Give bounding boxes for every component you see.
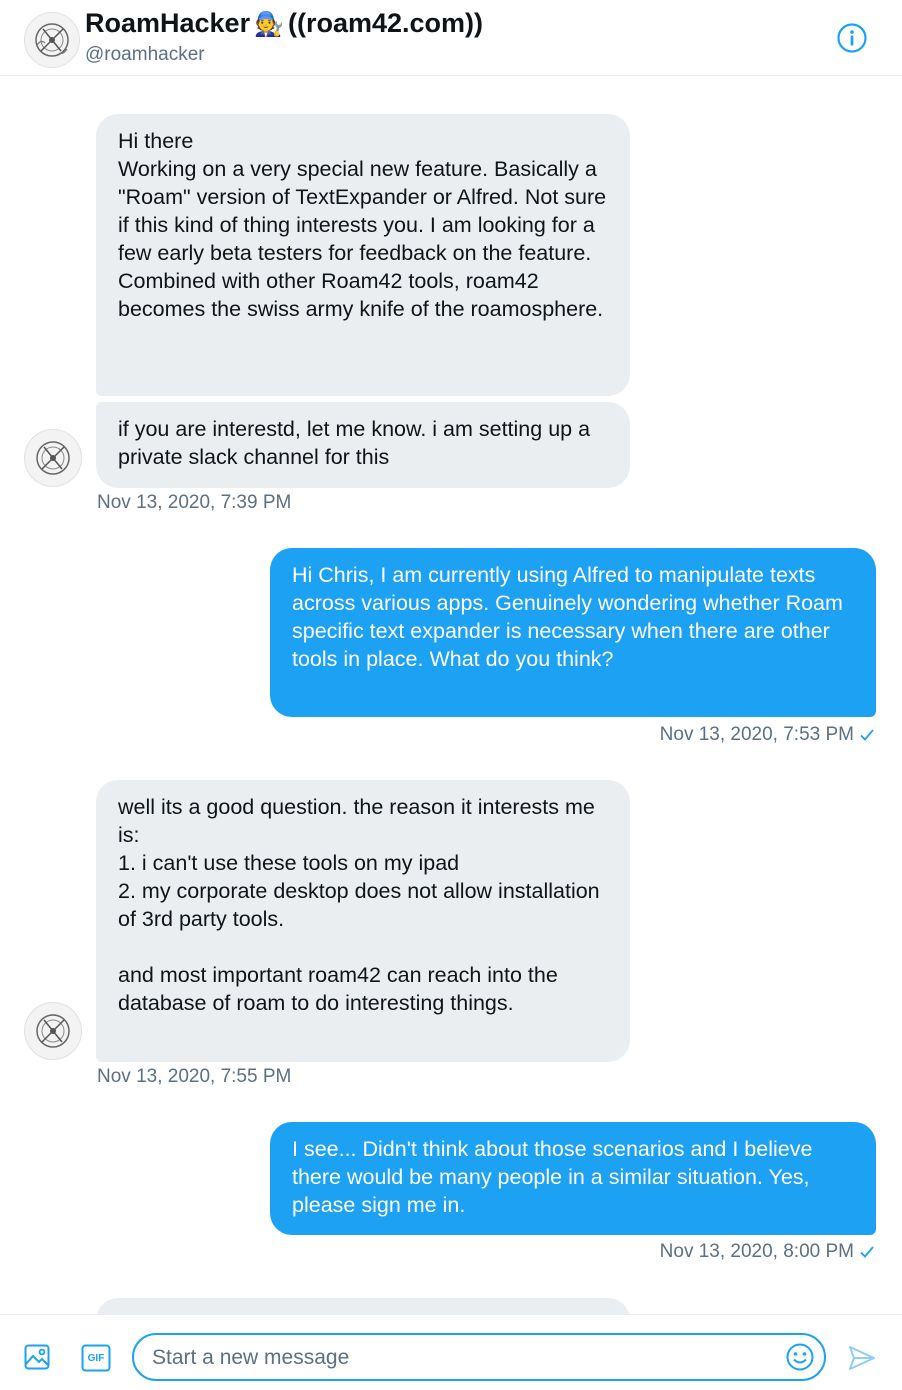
- message-timestamp: Nov 13, 2020, 7:39 PM: [97, 492, 292, 513]
- avatar[interactable]: [24, 1002, 82, 1060]
- avatar-illustration-icon: [36, 1014, 70, 1048]
- gif-label: GIF: [87, 1352, 105, 1364]
- emoji-icon: [786, 1343, 814, 1371]
- message-bubble-incoming[interactable]: well its a good question. the reason it …: [96, 780, 630, 1062]
- avatar-illustration-icon: [35, 23, 69, 57]
- message-input-box[interactable]: [132, 1333, 826, 1381]
- avatar-illustration-icon: [36, 441, 70, 475]
- mechanic-emoji-icon: 🧑‍🔧: [254, 11, 284, 38]
- conversation-title: RoamHacker 🧑‍🔧 ((roam42.com)): [85, 8, 483, 39]
- add-gif-button[interactable]: GIF: [81, 1344, 111, 1372]
- emoji-button[interactable]: [784, 1341, 816, 1373]
- message-thread[interactable]: Hi there Working on a very special new f…: [0, 76, 902, 1314]
- contact-name: RoamHacker: [85, 8, 251, 38]
- contact-handle: @roamhacker: [85, 44, 205, 65]
- message-bubble-outgoing[interactable]: I see... Didn't think about those scenar…: [270, 1122, 876, 1235]
- message-timestamp: Nov 13, 2020, 8:00 PM: [660, 1241, 876, 1263]
- contact-name-suffix: ((roam42.com)): [287, 8, 484, 38]
- send-button[interactable]: [846, 1342, 878, 1374]
- image-icon: [24, 1344, 50, 1370]
- message-bubble-outgoing[interactable]: Hi Chris, I am currently using Alfred to…: [270, 548, 876, 717]
- info-icon: [837, 23, 867, 53]
- message-timestamp: Nov 13, 2020, 7:55 PM: [97, 1066, 292, 1087]
- avatar[interactable]: [24, 12, 80, 68]
- message-timestamp: Nov 13, 2020, 7:53 PM: [660, 724, 876, 746]
- add-image-button[interactable]: [22, 1342, 52, 1372]
- message-input[interactable]: [150, 1341, 774, 1375]
- checkmark-icon: [860, 1246, 874, 1258]
- message-bubble-incoming[interactable]: Hi there Working on a very special new f…: [96, 114, 630, 396]
- message-bubble-incoming[interactable]: if you are interestd, let me know. i am …: [96, 402, 630, 488]
- send-icon: [849, 1346, 875, 1370]
- timestamp-text: Nov 13, 2020, 8:00 PM: [659, 1241, 854, 1262]
- message-bubble-incoming-partial[interactable]: [96, 1298, 630, 1314]
- conversation-header: RoamHacker 🧑‍🔧 ((roam42.com)) @roamhacker: [0, 0, 902, 76]
- message-composer: GIF: [0, 1314, 902, 1390]
- info-button[interactable]: [836, 22, 868, 54]
- checkmark-icon: [860, 729, 874, 741]
- avatar[interactable]: [24, 429, 82, 487]
- timestamp-text: Nov 13, 2020, 7:53 PM: [659, 724, 854, 745]
